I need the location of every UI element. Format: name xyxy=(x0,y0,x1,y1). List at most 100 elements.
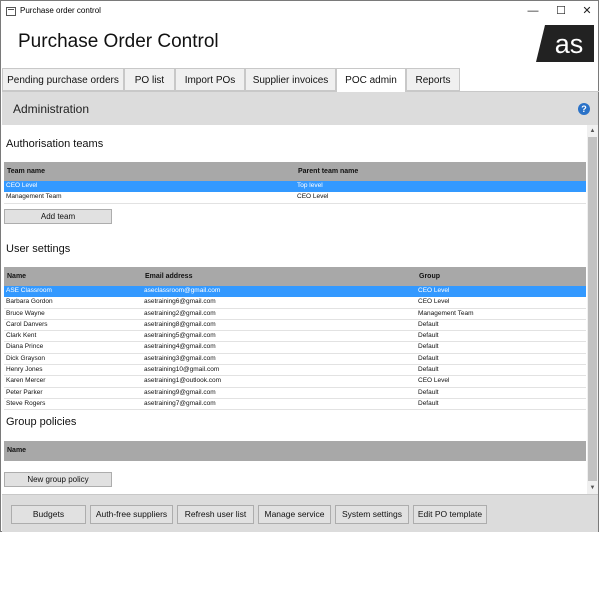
parent-team-cell: CEO Level xyxy=(297,193,329,201)
app-window: Purchase order control — ☐ ✕ Purchase Or… xyxy=(0,0,599,532)
tab-supplier-invoices[interactable]: Supplier invoices xyxy=(245,68,336,91)
column-header-name[interactable]: Name xyxy=(7,273,26,280)
team-name-cell: CEO Level xyxy=(6,182,38,189)
column-header-parent-team[interactable]: Parent team name xyxy=(298,168,358,175)
title-bar: Purchase order control — ☐ ✕ xyxy=(1,1,598,23)
user-settings-header: Name Email address Group xyxy=(4,267,586,286)
user-email-cell: asetraining1@outlook.com xyxy=(144,377,222,385)
table-row[interactable]: Clark Kent asetraining5@gmail.com Defaul… xyxy=(4,331,586,343)
user-email-cell: aseclassroom@gmail.com xyxy=(144,287,221,294)
help-icon[interactable]: ? xyxy=(578,103,590,115)
user-name-cell: ASE Classroom xyxy=(6,287,52,294)
user-email-cell: asetraining9@gmail.com xyxy=(144,388,216,396)
table-row[interactable]: CEO Level Top level xyxy=(4,181,586,193)
scroll-down-icon[interactable]: ▼ xyxy=(587,483,598,493)
new-group-policy-button[interactable]: New group policy xyxy=(4,472,112,487)
table-row[interactable]: Karen Mercer asetraining1@outlook.com CE… xyxy=(4,376,586,388)
tab-pending-purchase-orders[interactable]: Pending purchase orders xyxy=(2,68,124,91)
user-name-cell: Barbara Gordon xyxy=(6,298,53,306)
user-name-cell: Henry Jones xyxy=(6,366,43,374)
user-name-cell: Carol Danvers xyxy=(6,320,48,328)
footer-toolbar: Budgets Auth-free suppliers Refresh user… xyxy=(2,494,598,532)
user-name-cell: Bruce Wayne xyxy=(6,309,45,317)
app-window-icon xyxy=(6,7,16,16)
system-settings-button[interactable]: System settings xyxy=(335,505,409,524)
user-email-cell: asetraining2@gmail.com xyxy=(144,309,216,317)
group-policies-grid: Name xyxy=(4,441,586,461)
auth-teams-header: Team name Parent team name xyxy=(4,162,586,181)
user-group-cell: Default xyxy=(418,399,439,407)
table-row[interactable]: ASE Classroom aseclassroom@gmail.com CEO… xyxy=(4,286,586,298)
column-header-policy-name[interactable]: Name xyxy=(7,447,26,454)
table-row[interactable]: Peter Parker asetraining9@gmail.com Defa… xyxy=(4,388,586,399)
table-row[interactable]: Carol Danvers asetraining8@gmail.com Def… xyxy=(4,320,586,332)
user-name-cell: Peter Parker xyxy=(6,388,43,396)
auth-teams-title: Authorisation teams xyxy=(6,138,104,150)
app-header: Purchase Order Control xyxy=(1,23,598,68)
group-policies-title: Group policies xyxy=(6,416,77,428)
user-name-cell: Steve Rogers xyxy=(6,399,46,407)
maximize-button[interactable]: ☐ xyxy=(550,3,572,19)
manage-service-button[interactable]: Manage service xyxy=(258,505,331,524)
table-row[interactable]: Dick Grayson asetraining3@gmail.com Defa… xyxy=(4,354,586,366)
admin-content: Authorisation teams Team name Parent tea… xyxy=(2,125,586,494)
vertical-scrollbar[interactable]: ▲ ▼ xyxy=(587,125,598,494)
team-name-cell: Management Team xyxy=(6,193,62,201)
column-header-group[interactable]: Group xyxy=(419,273,440,280)
add-team-button[interactable]: Add team xyxy=(4,209,112,224)
group-policies-header: Name xyxy=(4,441,586,461)
table-row[interactable]: Steve Rogers asetraining7@gmail.com Defa… xyxy=(4,399,586,411)
table-row[interactable]: Management Team CEO Level xyxy=(4,192,586,204)
user-group-cell: Default xyxy=(418,320,439,328)
column-header-email[interactable]: Email address xyxy=(145,273,192,280)
as-logo: as xyxy=(536,25,594,62)
user-email-cell: asetraining8@gmail.com xyxy=(144,320,216,328)
user-email-cell: asetraining7@gmail.com xyxy=(144,399,216,407)
column-header-team-name[interactable]: Team name xyxy=(7,168,45,175)
tab-import-pos[interactable]: Import POs xyxy=(175,68,245,91)
budgets-button[interactable]: Budgets xyxy=(11,505,86,524)
user-group-cell: CEO Level xyxy=(418,377,450,385)
section-title: Administration xyxy=(13,102,90,116)
user-email-cell: asetraining6@gmail.com xyxy=(144,298,216,306)
user-email-cell: asetraining4@gmail.com xyxy=(144,343,216,351)
user-name-cell: Dick Grayson xyxy=(6,354,46,362)
close-button[interactable]: ✕ xyxy=(576,3,598,19)
user-email-cell: asetraining10@gmail.com xyxy=(144,366,220,374)
table-row[interactable]: Diana Prince asetraining4@gmail.com Defa… xyxy=(4,342,586,354)
user-email-cell: asetraining5@gmail.com xyxy=(144,332,216,340)
user-group-cell: CEO Level xyxy=(418,298,450,306)
table-row[interactable]: Bruce Wayne asetraining2@gmail.com Manag… xyxy=(4,309,586,320)
window-title: Purchase order control xyxy=(20,6,101,15)
refresh-user-list-button[interactable]: Refresh user list xyxy=(177,505,254,524)
user-group-cell: Management Team xyxy=(418,309,474,317)
user-name-cell: Diana Prince xyxy=(6,343,44,351)
user-group-cell: Default xyxy=(418,332,439,340)
user-group-cell: Default xyxy=(418,366,439,374)
user-group-cell: CEO Level xyxy=(418,287,450,294)
app-title: Purchase Order Control xyxy=(18,31,219,52)
auth-teams-grid: Team name Parent team name CEO Level Top… xyxy=(4,162,586,204)
minimize-button[interactable]: — xyxy=(522,3,544,19)
edit-po-template-button[interactable]: Edit PO template xyxy=(413,505,487,524)
parent-team-cell: Top level xyxy=(297,182,323,189)
table-row[interactable]: Henry Jones asetraining10@gmail.com Defa… xyxy=(4,365,586,377)
user-group-cell: Default xyxy=(418,388,439,396)
logo-text: as xyxy=(555,29,584,59)
user-group-cell: Default xyxy=(418,343,439,351)
user-settings-title: User settings xyxy=(6,243,71,255)
tab-po-list[interactable]: PO list xyxy=(124,68,175,91)
user-name-cell: Karen Mercer xyxy=(6,377,46,385)
table-row[interactable]: Barbara Gordon asetraining6@gmail.com CE… xyxy=(4,297,586,309)
auth-free-suppliers-button[interactable]: Auth-free suppliers xyxy=(90,505,173,524)
user-email-cell: asetraining3@gmail.com xyxy=(144,354,216,362)
user-group-cell: Default xyxy=(418,354,439,362)
scroll-up-icon[interactable]: ▲ xyxy=(587,126,598,136)
user-settings-grid: Name Email address Group ASE Classroom a… xyxy=(4,267,586,411)
tab-reports[interactable]: Reports xyxy=(406,68,460,91)
user-name-cell: Clark Kent xyxy=(6,332,37,340)
tab-poc-admin[interactable]: POC admin xyxy=(336,68,406,93)
scrollbar-thumb[interactable] xyxy=(588,137,597,481)
administration-header: Administration ? xyxy=(2,92,598,125)
tab-bar: Pending purchase orders PO list Import P… xyxy=(2,68,599,93)
